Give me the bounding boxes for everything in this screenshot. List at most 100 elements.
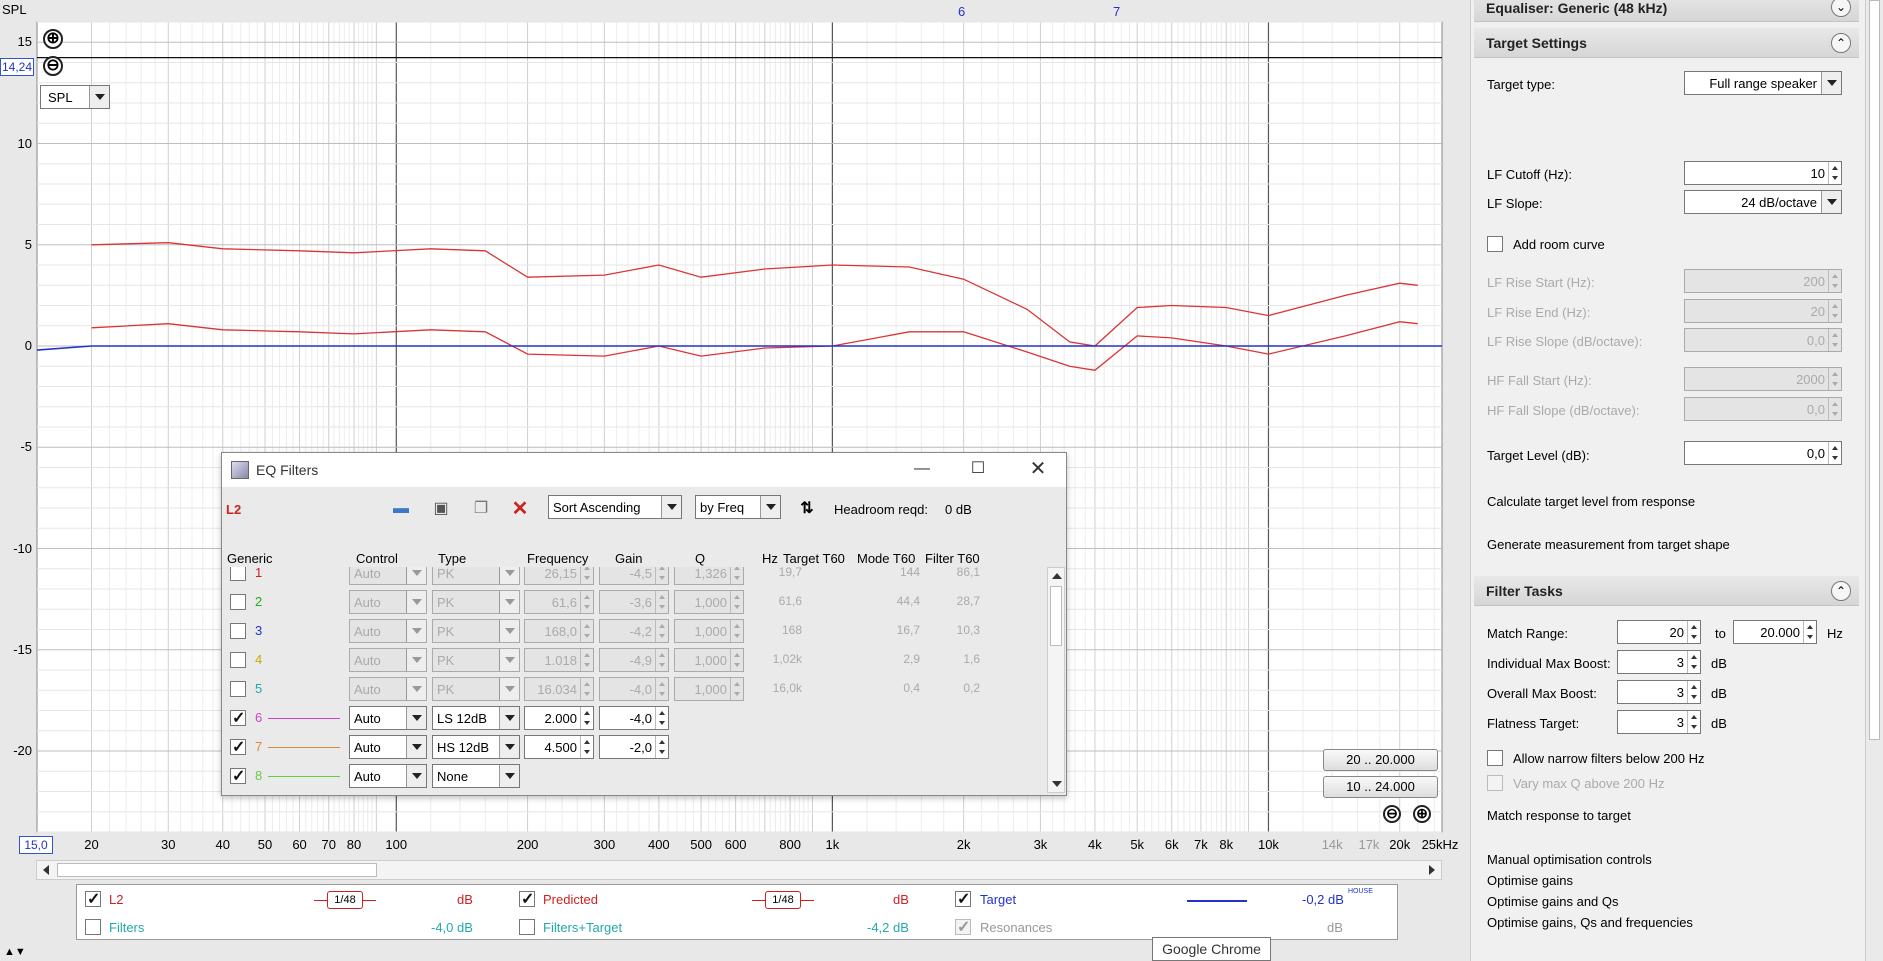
filter-type-select[interactable]: PK — [432, 677, 520, 701]
hf-fall-start-input[interactable]: 2000 — [1684, 367, 1842, 391]
filter-type-select[interactable]: PK — [432, 590, 520, 614]
panel-scrollbar[interactable] — [1865, 0, 1883, 961]
filter-enable-checkbox[interactable] — [230, 567, 246, 581]
optimise-gains-button[interactable]: Optimise gains — [1487, 873, 1573, 888]
scroll-up-icon[interactable] — [1052, 573, 1062, 579]
filter-type-select[interactable]: None — [432, 764, 520, 788]
target-level-input[interactable]: 0,0 — [1684, 441, 1842, 465]
filter-frequency-input[interactable]: 4.500 — [524, 735, 594, 759]
filter-control-select[interactable]: Auto — [349, 590, 427, 614]
spinner-icon[interactable] — [1828, 270, 1841, 292]
vary-max-q-checkbox[interactable] — [1487, 775, 1503, 791]
spinner-icon[interactable] — [1828, 300, 1841, 322]
spinner-icon[interactable] — [1687, 621, 1700, 643]
filter-q-input[interactable]: 1,000 — [674, 648, 744, 672]
save-icon[interactable]: ▣ — [430, 499, 452, 519]
filter-q-input[interactable]: 1,000 — [674, 590, 744, 614]
filter-gain-input[interactable]: -2,0 — [599, 735, 669, 759]
spinner-icon[interactable] — [1803, 621, 1816, 643]
spinner-icon[interactable] — [1687, 681, 1700, 703]
filter-gain-input[interactable]: -4,9 — [599, 648, 669, 672]
spinner-icon[interactable] — [580, 707, 593, 729]
eq-filters-dialog[interactable]: EQ Filters — ☐ ✕ L2 ▬ ▣ ❐ ✕ Sort Ascendi… — [221, 452, 1067, 796]
spinner-icon[interactable] — [1828, 442, 1841, 464]
zoom-out-icon[interactable]: ⊖ — [43, 56, 63, 76]
filter-control-select[interactable]: Auto — [349, 648, 427, 672]
target-settings-header[interactable]: Target Settings ⌃ — [1474, 28, 1859, 58]
scroll-left-icon[interactable] — [43, 865, 49, 875]
filter-q-input[interactable]: 1,000 — [674, 677, 744, 701]
filter-enable-checkbox[interactable] — [230, 737, 246, 757]
spinner-icon[interactable] — [655, 567, 668, 584]
filter-control-select[interactable]: Auto — [349, 735, 427, 759]
spinner-icon[interactable] — [1687, 711, 1700, 733]
marker-6[interactable]: 6 — [958, 4, 965, 19]
filter-frequency-input[interactable]: 1.018 — [524, 648, 594, 672]
spinner-icon[interactable] — [1687, 651, 1700, 673]
scroll-thumb[interactable] — [1869, 0, 1880, 740]
filter-gain-input[interactable]: -4,0 — [599, 706, 669, 730]
spinner-icon[interactable] — [580, 649, 593, 671]
filter-q-input[interactable]: 1,326 — [674, 567, 744, 585]
filter-enable-checkbox[interactable] — [230, 652, 246, 668]
scroll-right-icon[interactable] — [1429, 865, 1435, 875]
spinner-icon[interactable] — [580, 678, 593, 700]
allow-narrow-filters-checkbox[interactable] — [1487, 750, 1503, 766]
copy-icon[interactable]: ❐ — [470, 499, 492, 519]
legend-l2-checkbox[interactable] — [85, 889, 101, 909]
zoom-in-x-icon[interactable]: ⊕ — [1413, 805, 1431, 823]
sort-order-select[interactable]: Sort Ascending — [548, 495, 682, 519]
scroll-down-icon[interactable] — [1052, 781, 1062, 787]
legend-filters-checkbox[interactable] — [85, 919, 101, 935]
spinner-icon[interactable] — [655, 649, 668, 671]
spinner-icon[interactable] — [580, 736, 593, 758]
collapse-up-icon[interactable]: ⌃ — [1831, 581, 1851, 601]
match-range-from-input[interactable]: 20 — [1617, 620, 1701, 644]
spinner-icon[interactable] — [1828, 398, 1841, 420]
open-folder-icon[interactable]: ▬ — [390, 499, 412, 519]
close-icon[interactable]: ✕ — [1028, 459, 1048, 479]
legend-target-checkbox[interactable] — [955, 889, 971, 909]
range-20-20000-button[interactable]: 20 .. 20.000 — [1323, 749, 1438, 771]
filter-control-select[interactable]: Auto — [349, 706, 427, 730]
range-10-24000-button[interactable]: 10 .. 24.000 — [1323, 776, 1438, 798]
flatness-target-input[interactable]: 3 — [1617, 710, 1701, 734]
scroll-thumb[interactable] — [1050, 586, 1062, 646]
overall-max-boost-input[interactable]: 3 — [1617, 680, 1701, 704]
spinner-icon[interactable] — [580, 591, 593, 613]
filter-type-select[interactable]: LS 12dB — [432, 706, 520, 730]
lf-rise-slope-input[interactable]: 0,0 — [1684, 328, 1842, 352]
optimise-gains-qs-button[interactable]: Optimise gains and Qs — [1487, 894, 1619, 909]
spinner-icon[interactable] — [655, 707, 668, 729]
filter-enable-checkbox[interactable] — [230, 681, 246, 697]
sort-by-select[interactable]: by Freq — [695, 495, 781, 519]
filter-tasks-header[interactable]: Filter Tasks ⌃ — [1474, 576, 1859, 606]
filter-enable-checkbox[interactable] — [230, 594, 246, 610]
legend-resonances-checkbox[interactable] — [955, 917, 971, 937]
spinner-icon[interactable] — [1828, 162, 1841, 184]
generate-measurement-button[interactable]: Generate measurement from target shape — [1487, 537, 1730, 552]
filter-control-select[interactable]: Auto — [349, 619, 427, 643]
target-type-select[interactable]: Full range speaker — [1684, 71, 1842, 95]
filter-enable-checkbox[interactable] — [230, 708, 246, 728]
legend-predicted-checkbox[interactable] — [519, 889, 535, 909]
sort-icon[interactable]: ⇅ — [796, 499, 818, 519]
zoom-in-icon[interactable]: ⊕ — [43, 29, 63, 49]
filter-type-select[interactable]: PK — [432, 648, 520, 672]
spinner-icon[interactable] — [655, 620, 668, 642]
collapse-up-icon[interactable]: ⌃ — [1831, 33, 1851, 53]
filter-q-input[interactable]: 1,000 — [674, 619, 744, 643]
legend-predicted-smoothing[interactable]: 1/48 — [752, 891, 814, 909]
minimize-icon[interactable]: — — [912, 459, 932, 479]
marker-7[interactable]: 7 — [1113, 4, 1120, 19]
filter-enable-checkbox[interactable] — [230, 766, 246, 786]
chevron-down-icon[interactable]: ⌄ — [1831, 0, 1851, 17]
filter-enable-checkbox[interactable] — [230, 623, 246, 639]
calculate-target-level-button[interactable]: Calculate target level from response — [1487, 494, 1695, 509]
display-mode-select[interactable]: SPL — [40, 85, 110, 109]
zoom-out-x-icon[interactable]: ⊖ — [1383, 805, 1401, 823]
legend-l2-smoothing[interactable]: 1/48 — [314, 891, 376, 909]
maximize-icon[interactable]: ☐ — [968, 459, 988, 479]
filter-gain-input[interactable]: -4,2 — [599, 619, 669, 643]
match-range-to-input[interactable]: 20.000 — [1733, 620, 1817, 644]
